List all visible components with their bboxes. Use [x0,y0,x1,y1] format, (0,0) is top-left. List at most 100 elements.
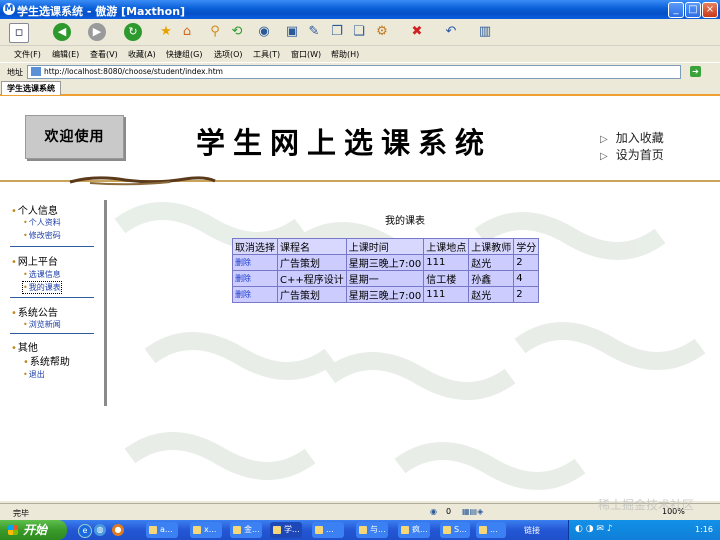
menu-bar: 文件(F) 编辑(E) 查看(V) 收藏(A) 快捷组(G) 选项(O) 工具(… [0,46,720,62]
window-titlebar[interactable]: M 学生选课系统 - 傲游 [Maxthon] _ □ × [0,0,720,19]
search-icon[interactable]: ⚲ [206,23,224,41]
course-name-cell: C++程序设计 [278,271,346,286]
status-text: 完毕 [13,509,29,518]
address-input[interactable]: http://localhost:8080/choose/student/ind… [27,65,681,79]
toolbar: ▫ ◀ ▶ ↻ ★ ⌂ ⚲ ⟲ ◉ ▣ ✎ ❐ ❏ ⚙ ✖ ↶ ▥ [0,19,720,46]
sidebar-scroll-divider [104,200,107,406]
menu-window[interactable]: 窗口(W) [291,49,321,60]
task-button[interactable]: x... [190,522,222,538]
delete-link[interactable]: 删除 [235,274,251,283]
sidebar-item-change-password[interactable]: •修改密码 [23,230,61,241]
course-name-cell: 广告策划 [278,255,346,270]
home-icon[interactable]: ⌂ [178,23,196,41]
links-toolbar[interactable]: 链接 [524,525,540,536]
teacher-cell: 赵光 [469,287,514,302]
task-button[interactable]: ... [476,522,506,538]
system-tray: ◐ ◑ ✉ ♪ 1:16 [568,520,720,540]
menu-file[interactable]: 文件(F) [14,49,41,60]
sidebar-divider [10,333,94,334]
start-button[interactable]: 开始 [0,520,67,540]
sidebar-item-help[interactable]: •系统帮助 [23,353,70,368]
go-icon[interactable]: ➔ [690,66,701,77]
decorative-brush-line [0,176,720,186]
refresh-icon[interactable]: ↻ [124,23,142,41]
save-icon[interactable]: ▣ [283,23,301,41]
maximize-button[interactable]: □ [685,2,701,18]
copy-icon[interactable]: ❐ [328,23,346,41]
tab-strip: 学生选课系统 [0,80,720,96]
sidebar-item-course-info[interactable]: •选课信息 [23,269,61,280]
paste-icon[interactable]: ❏ [350,23,368,41]
windows-logo-icon [8,525,18,535]
task-button[interactable]: S... [440,522,470,538]
schedule-title: 我的课表 [385,216,425,227]
minimize-button[interactable]: _ [668,2,684,18]
sidebar-item-my-schedule[interactable]: •我的课表 [22,281,62,294]
column-header: 学分 [514,239,539,254]
table-header-row: 取消选择 课程名 上课时间 上课地点 上课教师 学分 [233,239,539,254]
task-button[interactable]: 疯... [398,522,430,538]
sidebar-section-platform: •网上平台 [11,257,58,268]
course-name-cell: 广告策划 [278,287,346,302]
sidebar-section-other: •其他 [11,343,38,354]
maxthon-icon: M [3,3,15,15]
page-icon [31,67,41,76]
column-header: 取消选择 [233,239,277,254]
menu-help[interactable]: 帮助(H) [331,49,359,60]
menu-options[interactable]: 选项(O) [214,49,243,60]
sidebar-item-logout[interactable]: •退出 [23,369,45,380]
sidebar-item-profile[interactable]: •个人资料 [23,217,61,228]
close-button[interactable]: × [702,2,718,18]
delete-link[interactable]: 删除 [235,258,251,267]
task-button-active[interactable]: 学... [270,522,302,538]
credit-cell: 4 [514,271,539,286]
task-button[interactable]: 金... [230,522,262,538]
stop-icon[interactable]: ✖ [408,23,426,41]
status-tools-icon[interactable]: ▦▤◈ [462,507,483,516]
column-header: 上课时间 [346,239,424,254]
taskbar: 开始 e ◍ ● a... x... 金... 学... ... 与... 疯.… [0,520,720,540]
address-bar: 地址 http://localhost:8080/choose/student/… [0,62,720,81]
desktop-icon[interactable]: ◍ [94,524,106,536]
forward-icon[interactable]: ▶ [88,23,106,41]
back-icon[interactable]: ◀ [53,23,71,41]
welcome-banner: 欢迎使用 [25,115,124,159]
tray-icons[interactable]: ◐ ◑ ✉ ♪ [575,524,613,534]
menu-favorites[interactable]: 收藏(A) [128,49,156,60]
menu-tools[interactable]: 工具(T) [253,49,280,60]
menu-edit[interactable]: 编辑(E) [52,49,79,60]
add-favorite-link[interactable]: ▷ 加入收藏 [600,129,664,146]
undo-icon[interactable]: ↶ [442,23,460,41]
edit-page-icon[interactable]: ✎ [305,23,323,41]
task-button[interactable]: ... [312,522,344,538]
globe-icon[interactable]: ◉ [255,23,273,41]
ie-icon[interactable]: e [78,524,92,538]
teacher-cell: 孙鑫 [469,271,514,286]
sidebar-item-browse-news[interactable]: •浏览新闻 [23,319,61,330]
time-cell: 星期一 [346,271,424,286]
triangle-icon: ▷ [600,151,608,162]
sidebar-section-personal: •个人信息 [11,206,58,217]
history-icon[interactable]: ⟲ [228,23,246,41]
tab-student-course-system[interactable]: 学生选课系统 [1,81,61,95]
new-page-icon[interactable]: ▫ [9,23,29,43]
place-cell: 111 [424,255,469,270]
place-cell: 信工楼 [424,271,469,286]
window-title: 学生选课系统 - 傲游 [Maxthon] [17,5,186,18]
system-title: 学生网上选课系统 [196,126,493,160]
status-globe-icon: ◉ [430,507,437,516]
sidebar-divider [10,297,94,298]
task-button[interactable]: a... [146,522,178,538]
credit-cell: 2 [514,255,539,270]
view-columns-icon[interactable]: ▥ [476,23,494,41]
delete-link[interactable]: 删除 [235,290,251,299]
menu-quickgroup[interactable]: 快捷组(G) [166,49,202,60]
app-icon[interactable]: ● [112,524,124,536]
menu-view[interactable]: 查看(V) [90,49,118,60]
favorites-star-icon[interactable]: ★ [157,23,175,41]
triangle-icon: ▷ [600,134,608,145]
set-homepage-link[interactable]: ▷ 设为首页 [600,146,664,163]
sidebar-divider [10,246,94,247]
task-button[interactable]: 与... [356,522,388,538]
tools-icon[interactable]: ⚙ [373,23,391,41]
